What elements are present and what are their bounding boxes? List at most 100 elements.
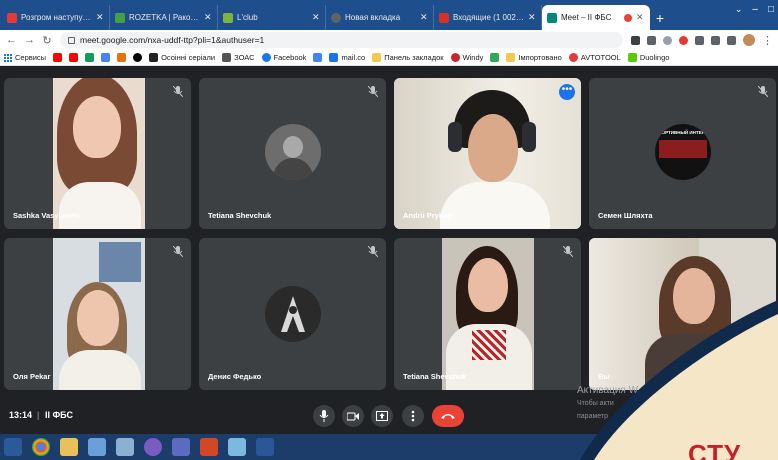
word-icon[interactable] <box>256 438 274 456</box>
bookmark-label: Duolingo <box>639 53 670 62</box>
bookmark-sheets[interactable] <box>85 53 95 62</box>
bookmark-label: Імпортовано <box>518 53 562 62</box>
bookmark-windy[interactable]: Windy <box>450 53 483 62</box>
close-tab-icon[interactable]: ✕ <box>96 12 104 23</box>
bookmark-serials[interactable]: Осоінні серіали <box>149 53 215 62</box>
tab-2[interactable]: ROZETKA | Раковина ✕ <box>110 5 218 30</box>
tab-3[interactable]: L'club ✕ <box>218 5 326 30</box>
participant-name: Andrii Prykop <box>403 211 453 220</box>
tab-6-active[interactable]: Meet – II ФБС ✕ <box>542 5 650 30</box>
participant-video <box>442 238 534 390</box>
puzzle-icon[interactable] <box>695 35 704 45</box>
participant-tile[interactable]: Tetiana Shevchuk <box>199 78 386 229</box>
bookmarks-bar: Сервисы Осоінні серіали ЗОАС Facebook ma… <box>0 50 778 66</box>
paint-icon[interactable] <box>228 438 246 456</box>
participant-tile[interactable]: Оля Pekar <box>4 238 191 390</box>
star-icon[interactable] <box>663 35 672 45</box>
tab-title: Meet – II ФБС <box>561 13 612 22</box>
playlist-icon[interactable] <box>711 35 720 45</box>
close-tab-icon[interactable]: ✕ <box>204 12 212 23</box>
facebook-icon <box>261 53 271 62</box>
leave-call-button[interactable] <box>432 405 464 427</box>
extension-icons: ⋮ <box>631 34 773 47</box>
viber-icon[interactable] <box>144 438 162 456</box>
microphone-button[interactable] <box>313 405 335 427</box>
bookmark-orange[interactable] <box>117 53 127 62</box>
participant-tile[interactable]: Tetiana Shevchuk <box>394 238 581 390</box>
menu-kebab-icon[interactable]: ⋮ <box>762 34 773 47</box>
app-icon[interactable] <box>116 438 134 456</box>
more-options-icon[interactable]: ••• <box>559 84 575 100</box>
more-options-button[interactable] <box>402 405 424 427</box>
bookmark-github[interactable] <box>133 53 143 62</box>
microphone-icon <box>319 410 329 422</box>
youtube-icon <box>53 53 63 62</box>
explorer-icon[interactable] <box>60 438 78 456</box>
bookmark-panel[interactable]: Панель закладок <box>372 53 444 62</box>
participant-tile[interactable]: Sashka Vasylynets <box>4 78 191 229</box>
close-tab-icon[interactable]: ✕ <box>528 12 536 23</box>
folder-icon <box>372 53 382 62</box>
start-button[interactable] <box>4 438 22 456</box>
bookmark-label: mail.co <box>341 53 366 62</box>
recording-icon <box>624 13 632 22</box>
bookmark-label: Сервисы <box>15 53 47 62</box>
hang-up-icon <box>441 414 455 419</box>
tab-1[interactable]: Розгром наступу РФ н ✕ <box>2 5 110 30</box>
bookmark-blue-2[interactable] <box>313 53 323 62</box>
camera-button[interactable] <box>342 405 364 427</box>
browser-tab-strip: Розгром наступу РФ н ✕ ROZETKA | Раковин… <box>0 0 778 30</box>
back-icon[interactable]: ← <box>6 34 17 46</box>
share-icon[interactable] <box>647 35 656 45</box>
bookmark-youtube-2[interactable] <box>69 53 79 62</box>
chevron-down-icon[interactable]: ⌄ <box>735 4 743 15</box>
minimize-icon[interactable]: – <box>752 4 758 15</box>
camera-icon[interactable] <box>631 35 640 45</box>
chrome-icon[interactable] <box>32 438 50 456</box>
tab-5[interactable]: Входящие (1 002) - m ✕ <box>434 5 542 30</box>
settings-icon[interactable] <box>172 438 190 456</box>
present-screen-button[interactable] <box>371 405 393 427</box>
bookmark-mail[interactable]: mail.co <box>329 53 365 62</box>
close-tab-icon[interactable]: ✕ <box>312 12 320 23</box>
bookmark-green[interactable] <box>490 53 500 62</box>
participant-avatar <box>265 124 321 180</box>
close-tab-icon[interactable]: ✕ <box>420 12 428 23</box>
opera-icon[interactable] <box>679 35 688 45</box>
bookmark-avtotool[interactable]: AVTOTOOL <box>568 53 621 62</box>
video-camera-icon <box>347 412 359 420</box>
participant-tile[interactable]: СПОРТИВНЫЙ ИНТЕРЕС Семен Шляхта <box>589 78 776 229</box>
bookmark-apps[interactable]: Сервисы <box>4 53 46 62</box>
url-field[interactable]: meet.google.com/nxa-uddf-ttp?pli=1&authu… <box>60 32 623 48</box>
window-controls: ⌄ – □ <box>735 4 774 15</box>
app-icon[interactable] <box>88 438 106 456</box>
bookmark-label: Facebook <box>273 53 307 62</box>
bookmark-zoas[interactable]: ЗОАС <box>222 53 255 62</box>
sidebar-icon[interactable] <box>727 35 736 45</box>
youtube-icon <box>69 53 79 62</box>
close-tab-icon[interactable]: ✕ <box>636 12 644 23</box>
profile-avatar[interactable] <box>743 34 755 46</box>
bookmark-youtube[interactable] <box>53 53 63 62</box>
maximize-icon[interactable]: □ <box>768 4 774 15</box>
new-tab-button[interactable]: + <box>650 5 670 30</box>
bookmark-duolingo[interactable]: Duolingo <box>627 53 670 62</box>
forward-icon[interactable]: → <box>24 34 35 46</box>
participant-name: Tetiana Shevchuk <box>208 211 272 220</box>
powerpoint-icon[interactable] <box>200 438 218 456</box>
participant-tile-active-speaker[interactable]: ••• Andrii Prykop <box>394 78 581 229</box>
mail-icon <box>329 53 339 62</box>
sport-logo-text: СПОРТИВНЫЙ ИНТЕРЕС <box>655 130 711 135</box>
bookmark-blue[interactable] <box>101 53 111 62</box>
participant-tile[interactable]: Денис Федько <box>199 238 386 390</box>
participant-name: Sashka Vasylynets <box>13 211 81 220</box>
reload-icon[interactable]: ↻ <box>42 34 52 47</box>
participant-name: Tetiana Shevchuk <box>403 372 467 381</box>
tab-4[interactable]: Новая вкладка ✕ <box>326 5 434 30</box>
tab-favicon <box>115 12 125 23</box>
tab-title: L'club <box>237 13 258 22</box>
assassin-logo-avatar <box>265 286 321 342</box>
bookmark-imported[interactable]: Імпортовано <box>506 53 562 62</box>
more-vertical-icon <box>411 410 415 422</box>
bookmark-facebook[interactable]: Facebook <box>261 53 307 62</box>
